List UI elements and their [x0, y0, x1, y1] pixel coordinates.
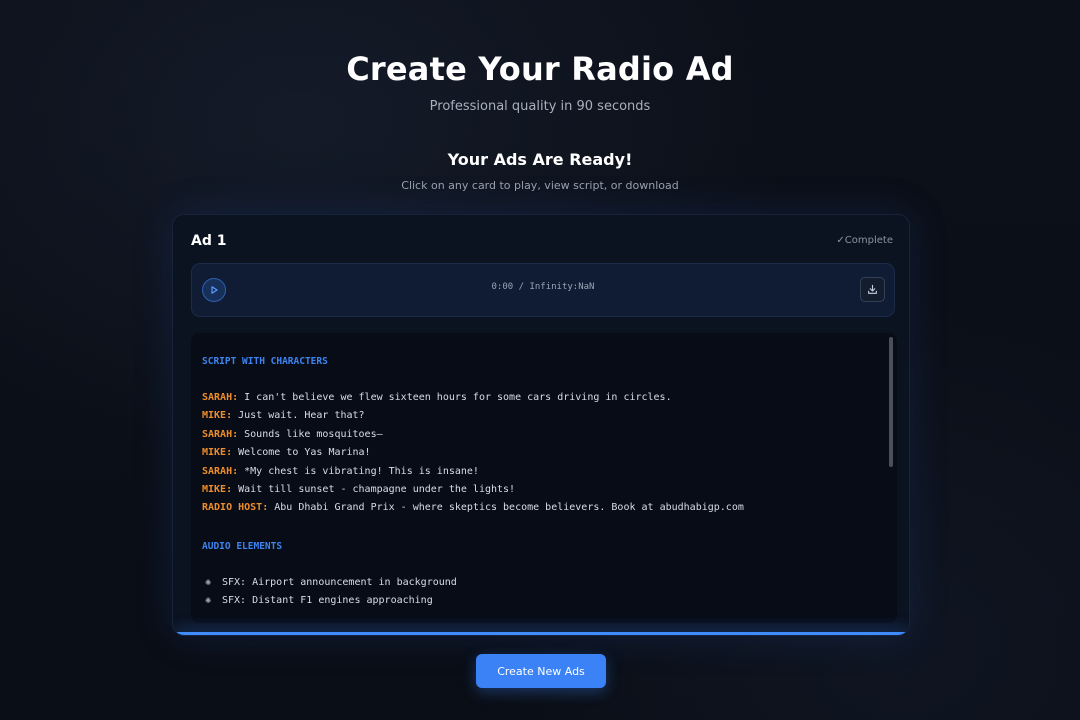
script-line: SARAH: I can't believe we flew sixteen h…	[202, 389, 882, 407]
page-subtitle: Professional quality in 90 seconds	[429, 99, 651, 114]
time-display: 0:00 / Infinity:NaN	[491, 282, 595, 292]
line-text: Welcome to Yas Marina!	[232, 447, 371, 459]
audio-player: 0:00 / Infinity:NaN	[191, 263, 895, 317]
speaker-label: RADIO HOST:	[202, 502, 269, 514]
script-content: SCRIPT WITH CHARACTERS SARAH: I can't be…	[202, 353, 882, 611]
audio-item: ✺ SFX: Airport announcement in background	[202, 574, 882, 592]
speaker-label: MIKE:	[202, 447, 233, 459]
script-line: MIKE: Just wait. Hear that?	[202, 407, 882, 425]
speaker-label: MIKE:	[202, 483, 233, 495]
script-line: SARAH: *My chest is vibrating! This is i…	[202, 463, 882, 481]
page: Create Your Radio Ad Professional qualit…	[0, 0, 1080, 720]
line-text: Wait till sunset - champagne under the l…	[232, 483, 516, 495]
script-lines: SARAH: I can't believe we flew sixteen h…	[202, 389, 882, 518]
script-line: MIKE: Wait till sunset - champagne under…	[202, 481, 882, 499]
sound-icon: ✺	[204, 576, 212, 588]
create-new-ads-button[interactable]: Create New Ads	[476, 654, 606, 688]
audio-item-text: SFX: Airport announcement in background	[222, 576, 457, 588]
script-line: RADIO HOST: Abu Dhabi Grand Prix - where…	[202, 499, 882, 517]
download-button[interactable]	[860, 277, 885, 302]
speaker-label: SARAH:	[202, 465, 239, 477]
audio-item-text: SFX: Distant F1 engines approaching	[222, 595, 433, 607]
sound-icon: ✺	[204, 595, 212, 607]
ad-title: Ad 1	[191, 233, 227, 249]
download-icon	[868, 284, 877, 294]
script-line: MIKE: Welcome to Yas Marina!	[202, 444, 882, 462]
status-badge: ✓Complete	[836, 235, 893, 246]
script-line: SARAH: Sounds like mosquitoes—	[202, 426, 882, 444]
results-title: Your Ads Are Ready!	[447, 150, 633, 169]
results-subtitle: Click on any card to play, view script, …	[401, 179, 679, 192]
audio-item: ✺ SFX: Distant F1 engines approaching	[202, 592, 882, 610]
speaker-label: SARAH:	[202, 392, 239, 403]
script-panel[interactable]: SCRIPT WITH CHARACTERS SARAH: I can't be…	[191, 333, 897, 623]
page-title: Create Your Radio Ad	[346, 50, 734, 88]
line-text: I can't believe we flew sixteen hours fo…	[238, 392, 672, 403]
line-text: Abu Dhabi Grand Prix - where skeptics be…	[268, 502, 744, 514]
card-progress-bar	[173, 632, 909, 635]
scrollbar-thumb[interactable]	[889, 337, 893, 467]
line-text: *My chest is vibrating! This is insane!	[238, 465, 479, 477]
line-text: Just wait. Hear that?	[232, 410, 365, 422]
speaker-label: MIKE:	[202, 410, 233, 422]
audio-elements-heading: AUDIO ELEMENTS	[202, 540, 283, 552]
ad-card[interactable]: Ad 1 ✓Complete 0:00 / Infinity:NaN SCRIP…	[172, 214, 910, 636]
script-heading: SCRIPT WITH CHARACTERS	[202, 356, 328, 367]
line-text: Sounds like mosquitoes—	[238, 428, 383, 440]
speaker-label: SARAH:	[202, 428, 239, 440]
